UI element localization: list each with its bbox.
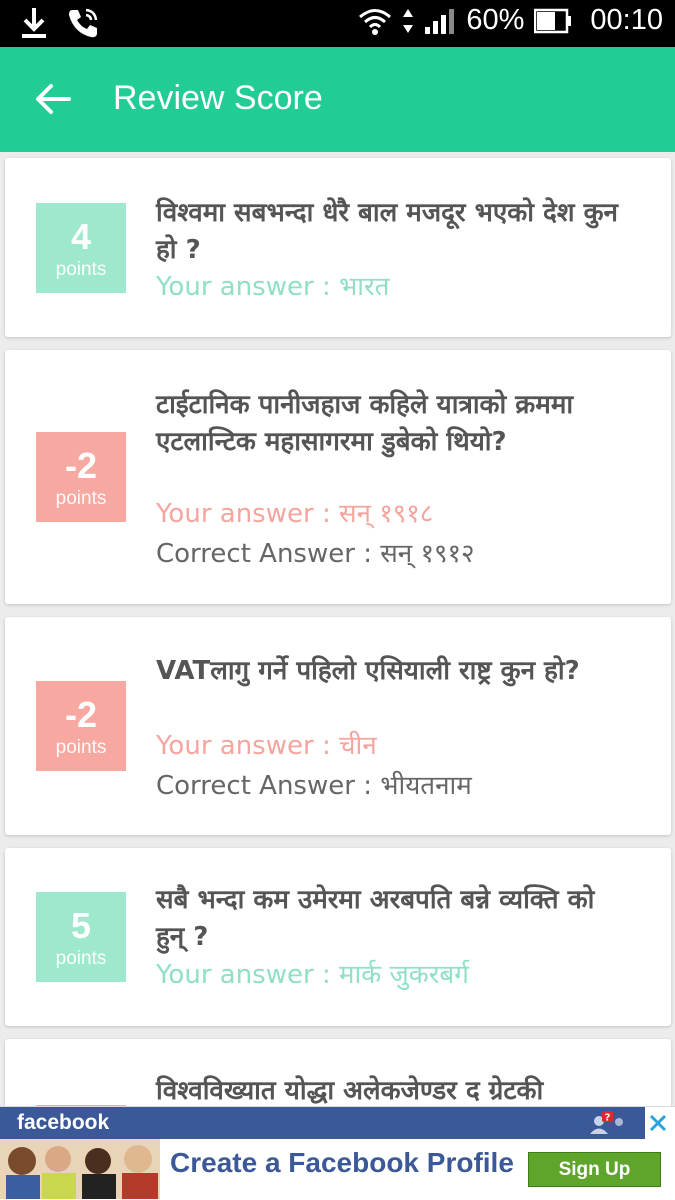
score-badge: -2 points bbox=[36, 681, 126, 771]
correct-answer: Correct Answer : भीयतनाम bbox=[156, 771, 472, 801]
status-bar: 60% 00:10 bbox=[0, 0, 675, 47]
clock: 00:10 bbox=[590, 4, 663, 36]
question-text: VATलागु गर्ने पहिलो एसियाली राष्ट्र कुन … bbox=[156, 656, 580, 686]
arrow-left-icon[interactable] bbox=[33, 79, 73, 119]
score-unit: points bbox=[55, 737, 107, 758]
score-badge: 4 points bbox=[36, 203, 126, 293]
correct-answer: Correct Answer : सन् १९१२ bbox=[156, 539, 475, 569]
score-value: -2 bbox=[64, 694, 97, 735]
question-text: विश्वविख्यात योद्धा अलेकजेण्डर द ग्रेटकी bbox=[156, 1076, 544, 1106]
question-card: 4 points विश्वमा सबभन्दा धेरै बाल मजदूर … bbox=[5, 158, 671, 337]
your-answer: Your answer : चीन bbox=[156, 731, 377, 761]
question-text: विश्वमा सबभन्दा धेरै बाल मजदूर भएको देश … bbox=[156, 198, 618, 265]
ad-banner[interactable]: facebook ? Create a Facebook Profile Sig… bbox=[0, 1106, 675, 1200]
close-icon[interactable] bbox=[646, 1111, 670, 1135]
question-text: टाईटानिक पानीजहाज कहिले यात्राको क्रममा … bbox=[156, 390, 574, 457]
score-unit: points bbox=[55, 488, 107, 509]
score-unit: points bbox=[55, 948, 107, 969]
score-value: 5 bbox=[70, 905, 92, 946]
ad-headline: Create a Facebook Profile bbox=[170, 1147, 514, 1178]
page-title: Review Score bbox=[113, 79, 323, 117]
phone-call-icon bbox=[69, 8, 98, 38]
question-card: विश्वविख्यात योद्धा अलेकजेण्डर द ग्रेटकी bbox=[5, 1039, 671, 1106]
score-badge: 5 points bbox=[36, 892, 126, 982]
question-text: सबै भन्दा कम उमेरमा अरबपति बन्ने व्यक्ति… bbox=[156, 885, 595, 952]
question-card: 5 points सबै भन्दा कम उमेरमा अरबपति बन्न… bbox=[5, 848, 671, 1026]
question-card: -2 points VATलागु गर्ने पहिलो एसियाली रा… bbox=[5, 617, 671, 835]
score-badge: -2 points bbox=[36, 432, 126, 522]
wifi-icon bbox=[359, 8, 392, 35]
question-card: -2 points टाईटानिक पानीजहाज कहिले यात्रा… bbox=[5, 350, 671, 604]
your-answer: Your answer : भारत bbox=[156, 272, 390, 302]
score-value: 4 bbox=[70, 216, 92, 257]
facebook-logo: facebook bbox=[17, 1111, 110, 1134]
battery-icon bbox=[534, 8, 572, 33]
score-unit: points bbox=[55, 259, 107, 280]
download-icon bbox=[22, 8, 46, 38]
signal-icon bbox=[425, 8, 455, 34]
friend-request-icon: ? bbox=[590, 1111, 623, 1134]
score-value: -2 bbox=[64, 445, 97, 486]
people-photo bbox=[0, 1139, 160, 1199]
battery-percent: 60% bbox=[466, 4, 525, 36]
data-arrows-icon bbox=[403, 8, 414, 33]
app-bar: Review Score bbox=[0, 47, 675, 152]
notification-badge: ? bbox=[605, 1113, 611, 1124]
your-answer: Your answer : मार्क जुकरबर्ग bbox=[156, 960, 469, 990]
score-list[interactable]: 4 points विश्वमा सबभन्दा धेरै बाल मजदूर … bbox=[0, 152, 675, 1106]
sign-up-button[interactable]: Sign Up bbox=[528, 1152, 661, 1187]
your-answer: Your answer : सन् १९१८ bbox=[156, 499, 434, 529]
ad-header: facebook ? bbox=[0, 1107, 645, 1139]
